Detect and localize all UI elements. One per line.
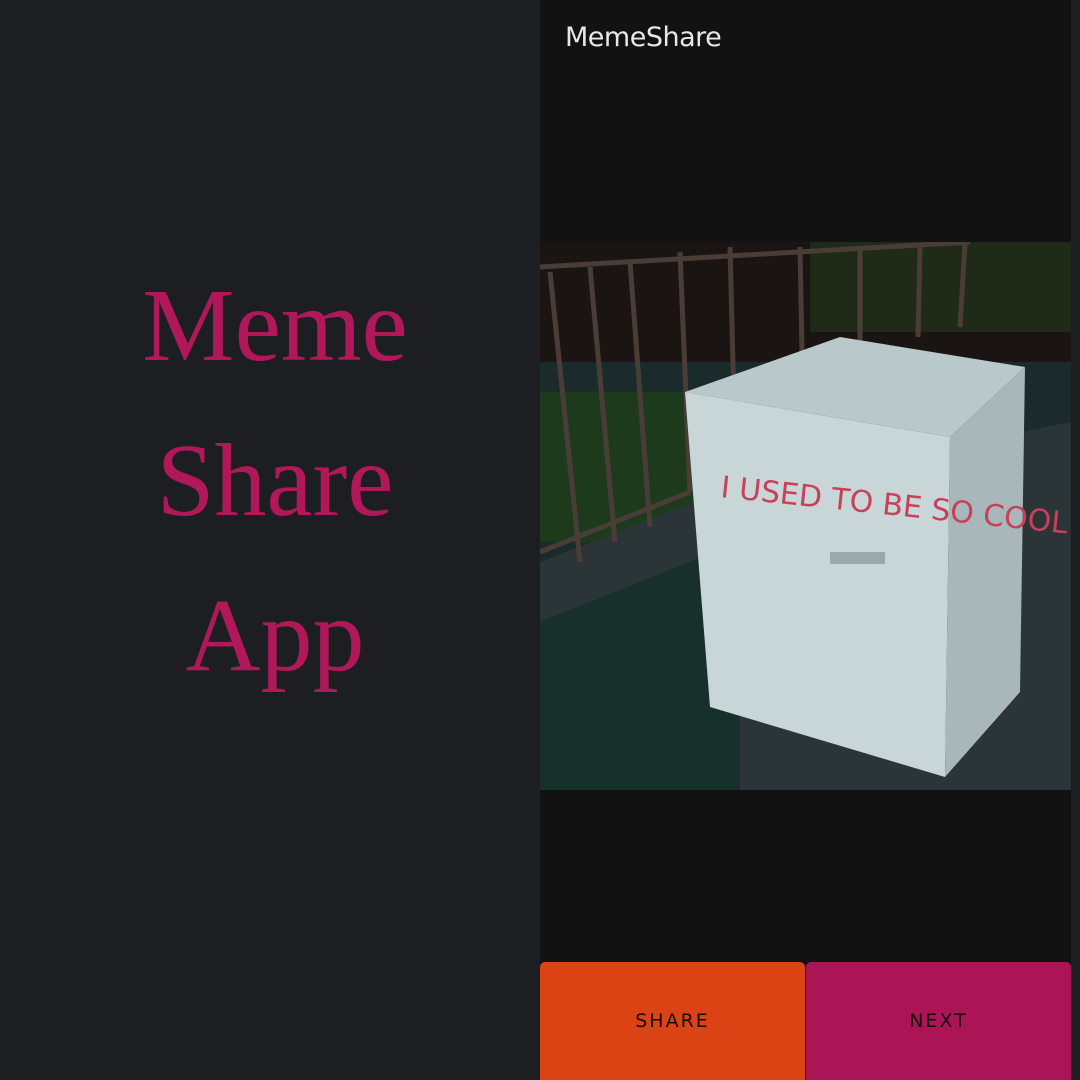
next-button[interactable]: NEXT [806,962,1071,1080]
meme-image[interactable]: I USED TO BE SO COOL [540,242,1071,790]
app-screen: MemeShare I USED TO BE SO COOL SHARE NEX… [540,0,1071,1080]
promo-title-line: Share [156,423,394,538]
promo-panel: Meme Share App [0,0,540,1080]
app-title: MemeShare [565,22,722,53]
promo-title-line: Meme [142,268,408,383]
promo-title-line: App [185,578,365,693]
promo-title: Meme Share App [0,248,550,713]
share-button[interactable]: SHARE [540,962,805,1080]
